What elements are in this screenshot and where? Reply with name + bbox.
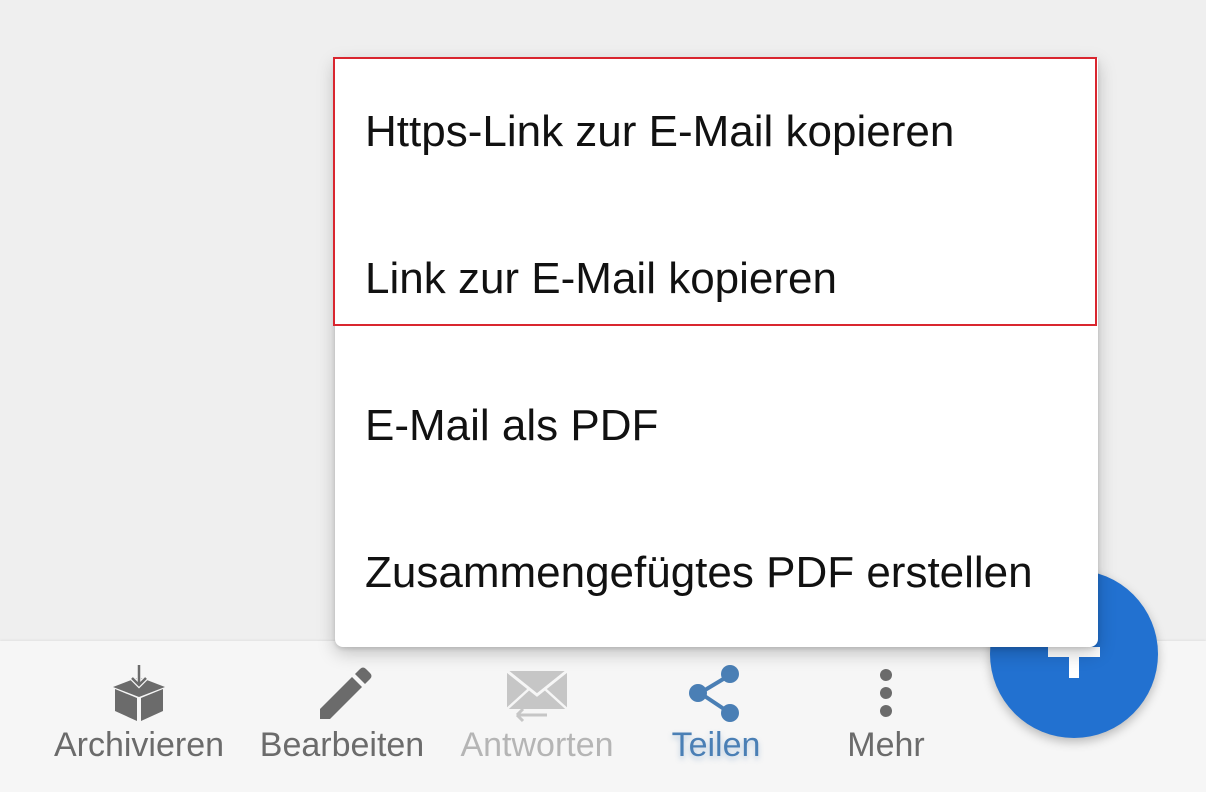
archive-label: Archivieren: [53, 726, 225, 764]
archive-box-icon: [107, 663, 171, 727]
menu-item-label: Link zur E-Mail kopieren: [365, 253, 837, 303]
menu-item-label: Https-Link zur E-Mail kopieren: [365, 106, 955, 156]
edit-button[interactable]: Bearbeiten: [254, 641, 430, 792]
reply-button[interactable]: Antworten: [454, 641, 620, 792]
archive-button[interactable]: Archivieren: [48, 641, 230, 792]
menu-item-label: E-Mail als PDF: [365, 400, 659, 450]
more-label: Mehr: [847, 726, 925, 764]
share-icon: [684, 663, 748, 727]
pencil-icon: [310, 663, 374, 727]
edit-label: Bearbeiten: [259, 726, 425, 764]
menu-item-email-as-pdf[interactable]: E-Mail als PDF: [335, 352, 1098, 499]
share-button[interactable]: Teilen: [656, 641, 776, 792]
reply-label: Antworten: [460, 726, 614, 764]
reply-mail-icon: [505, 663, 569, 727]
share-menu: Https-Link zur E-Mail kopieren Link zur …: [335, 58, 1098, 647]
share-label: Teilen: [671, 726, 761, 764]
menu-item-copy-link[interactable]: Link zur E-Mail kopieren: [335, 205, 1098, 352]
more-button[interactable]: Mehr: [836, 641, 936, 792]
menu-item-merged-pdf[interactable]: Zusammengefügtes PDF erstellen: [335, 499, 1098, 646]
menu-item-copy-https-link[interactable]: Https-Link zur E-Mail kopieren: [335, 58, 1098, 205]
more-vertical-icon: [854, 663, 918, 727]
menu-item-label: Zusammengefügtes PDF erstellen: [365, 547, 1033, 597]
